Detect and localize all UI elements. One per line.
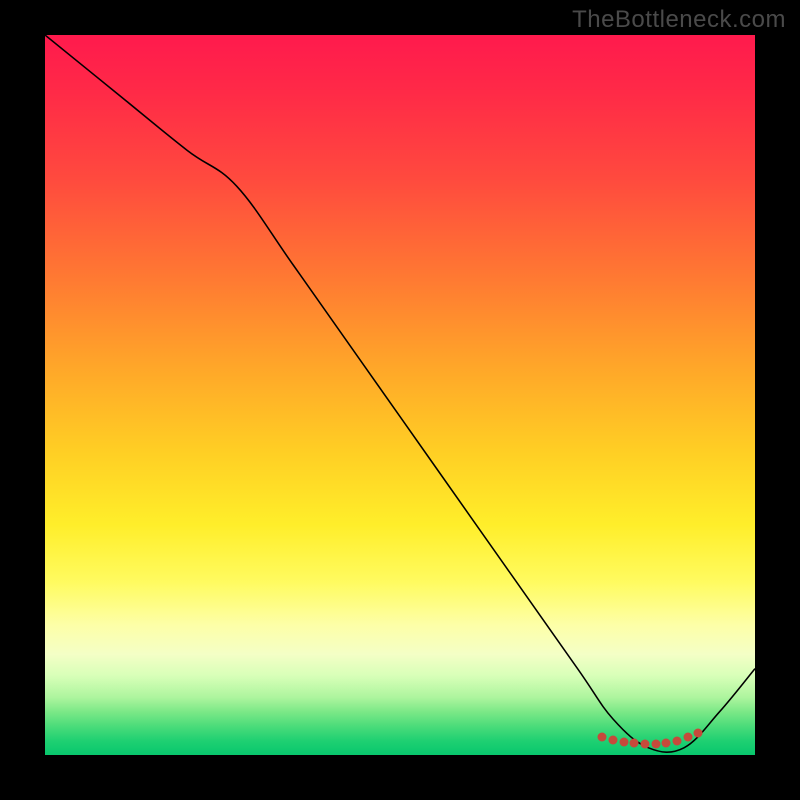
main-curve xyxy=(45,35,755,755)
min-marker xyxy=(598,733,607,742)
min-marker xyxy=(619,738,628,747)
min-marker xyxy=(662,738,671,747)
chart-frame: TheBottleneck.com xyxy=(0,0,800,800)
curve-path xyxy=(45,35,755,752)
min-marker xyxy=(651,740,660,749)
min-marker xyxy=(609,735,618,744)
min-marker xyxy=(683,733,692,742)
min-marker xyxy=(640,740,649,749)
min-marker xyxy=(672,736,681,745)
watermark-text: TheBottleneck.com xyxy=(572,6,786,34)
min-marker xyxy=(630,739,639,748)
min-marker xyxy=(694,729,703,738)
plot-area xyxy=(45,35,755,755)
